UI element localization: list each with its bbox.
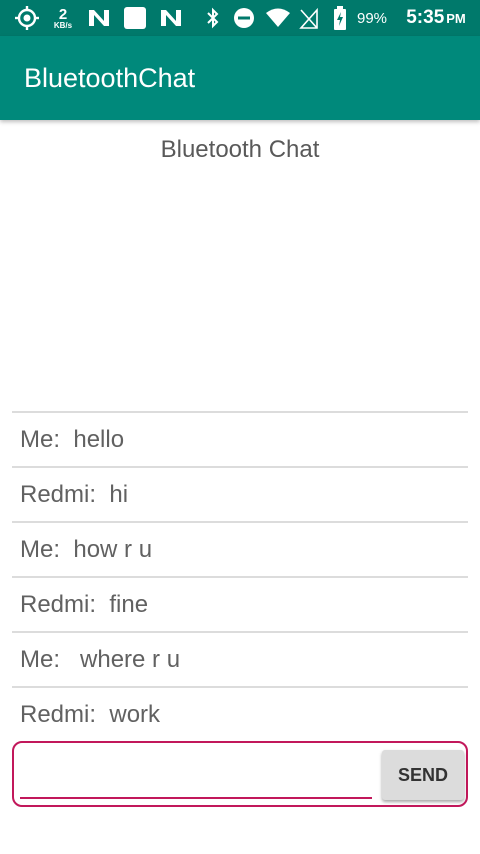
network-speed: 2 KB/s [48,0,78,36]
location-target-icon [12,0,42,36]
send-button[interactable]: SEND [382,750,464,800]
bluetooth-icon [204,0,222,36]
clock-period: PM [446,10,466,26]
do-not-disturb-icon [232,0,256,36]
app-title: BluetoothChat [24,62,196,93]
message-item[interactable]: Me: where r u [12,631,468,686]
message-composer: SEND [12,741,468,807]
wifi-icon [264,0,292,36]
n-notification-icon [86,0,112,36]
message-item[interactable]: Redmi: hi [12,466,468,521]
app-bar: BluetoothChat [0,36,480,120]
blank-notification-icon [122,0,148,36]
chat-title: Bluetooth Chat [160,136,320,163]
message-item[interactable]: Me: hello [12,411,468,466]
message-item[interactable]: Me: how r u [12,521,468,576]
message-item[interactable]: Redmi: fine [12,576,468,631]
message-input[interactable] [20,751,372,799]
battery-charging-icon [330,0,350,36]
status-bar: 2 KB/s 99% 5:35 PM [0,0,480,36]
message-list[interactable]: Me: hello Redmi: hi Me: how r u Redmi: f… [12,411,468,741]
clock-time: 5:35 [406,7,445,28]
network-speed-unit: KB/s [53,20,73,30]
n-notification-icon [158,0,184,36]
battery-percent: 99% [356,9,388,27]
message-item[interactable]: Redmi: work [12,686,468,741]
clock: 5:35 PM [400,0,472,36]
no-sim-icon [298,0,320,36]
network-speed-value: 2 [58,5,68,23]
